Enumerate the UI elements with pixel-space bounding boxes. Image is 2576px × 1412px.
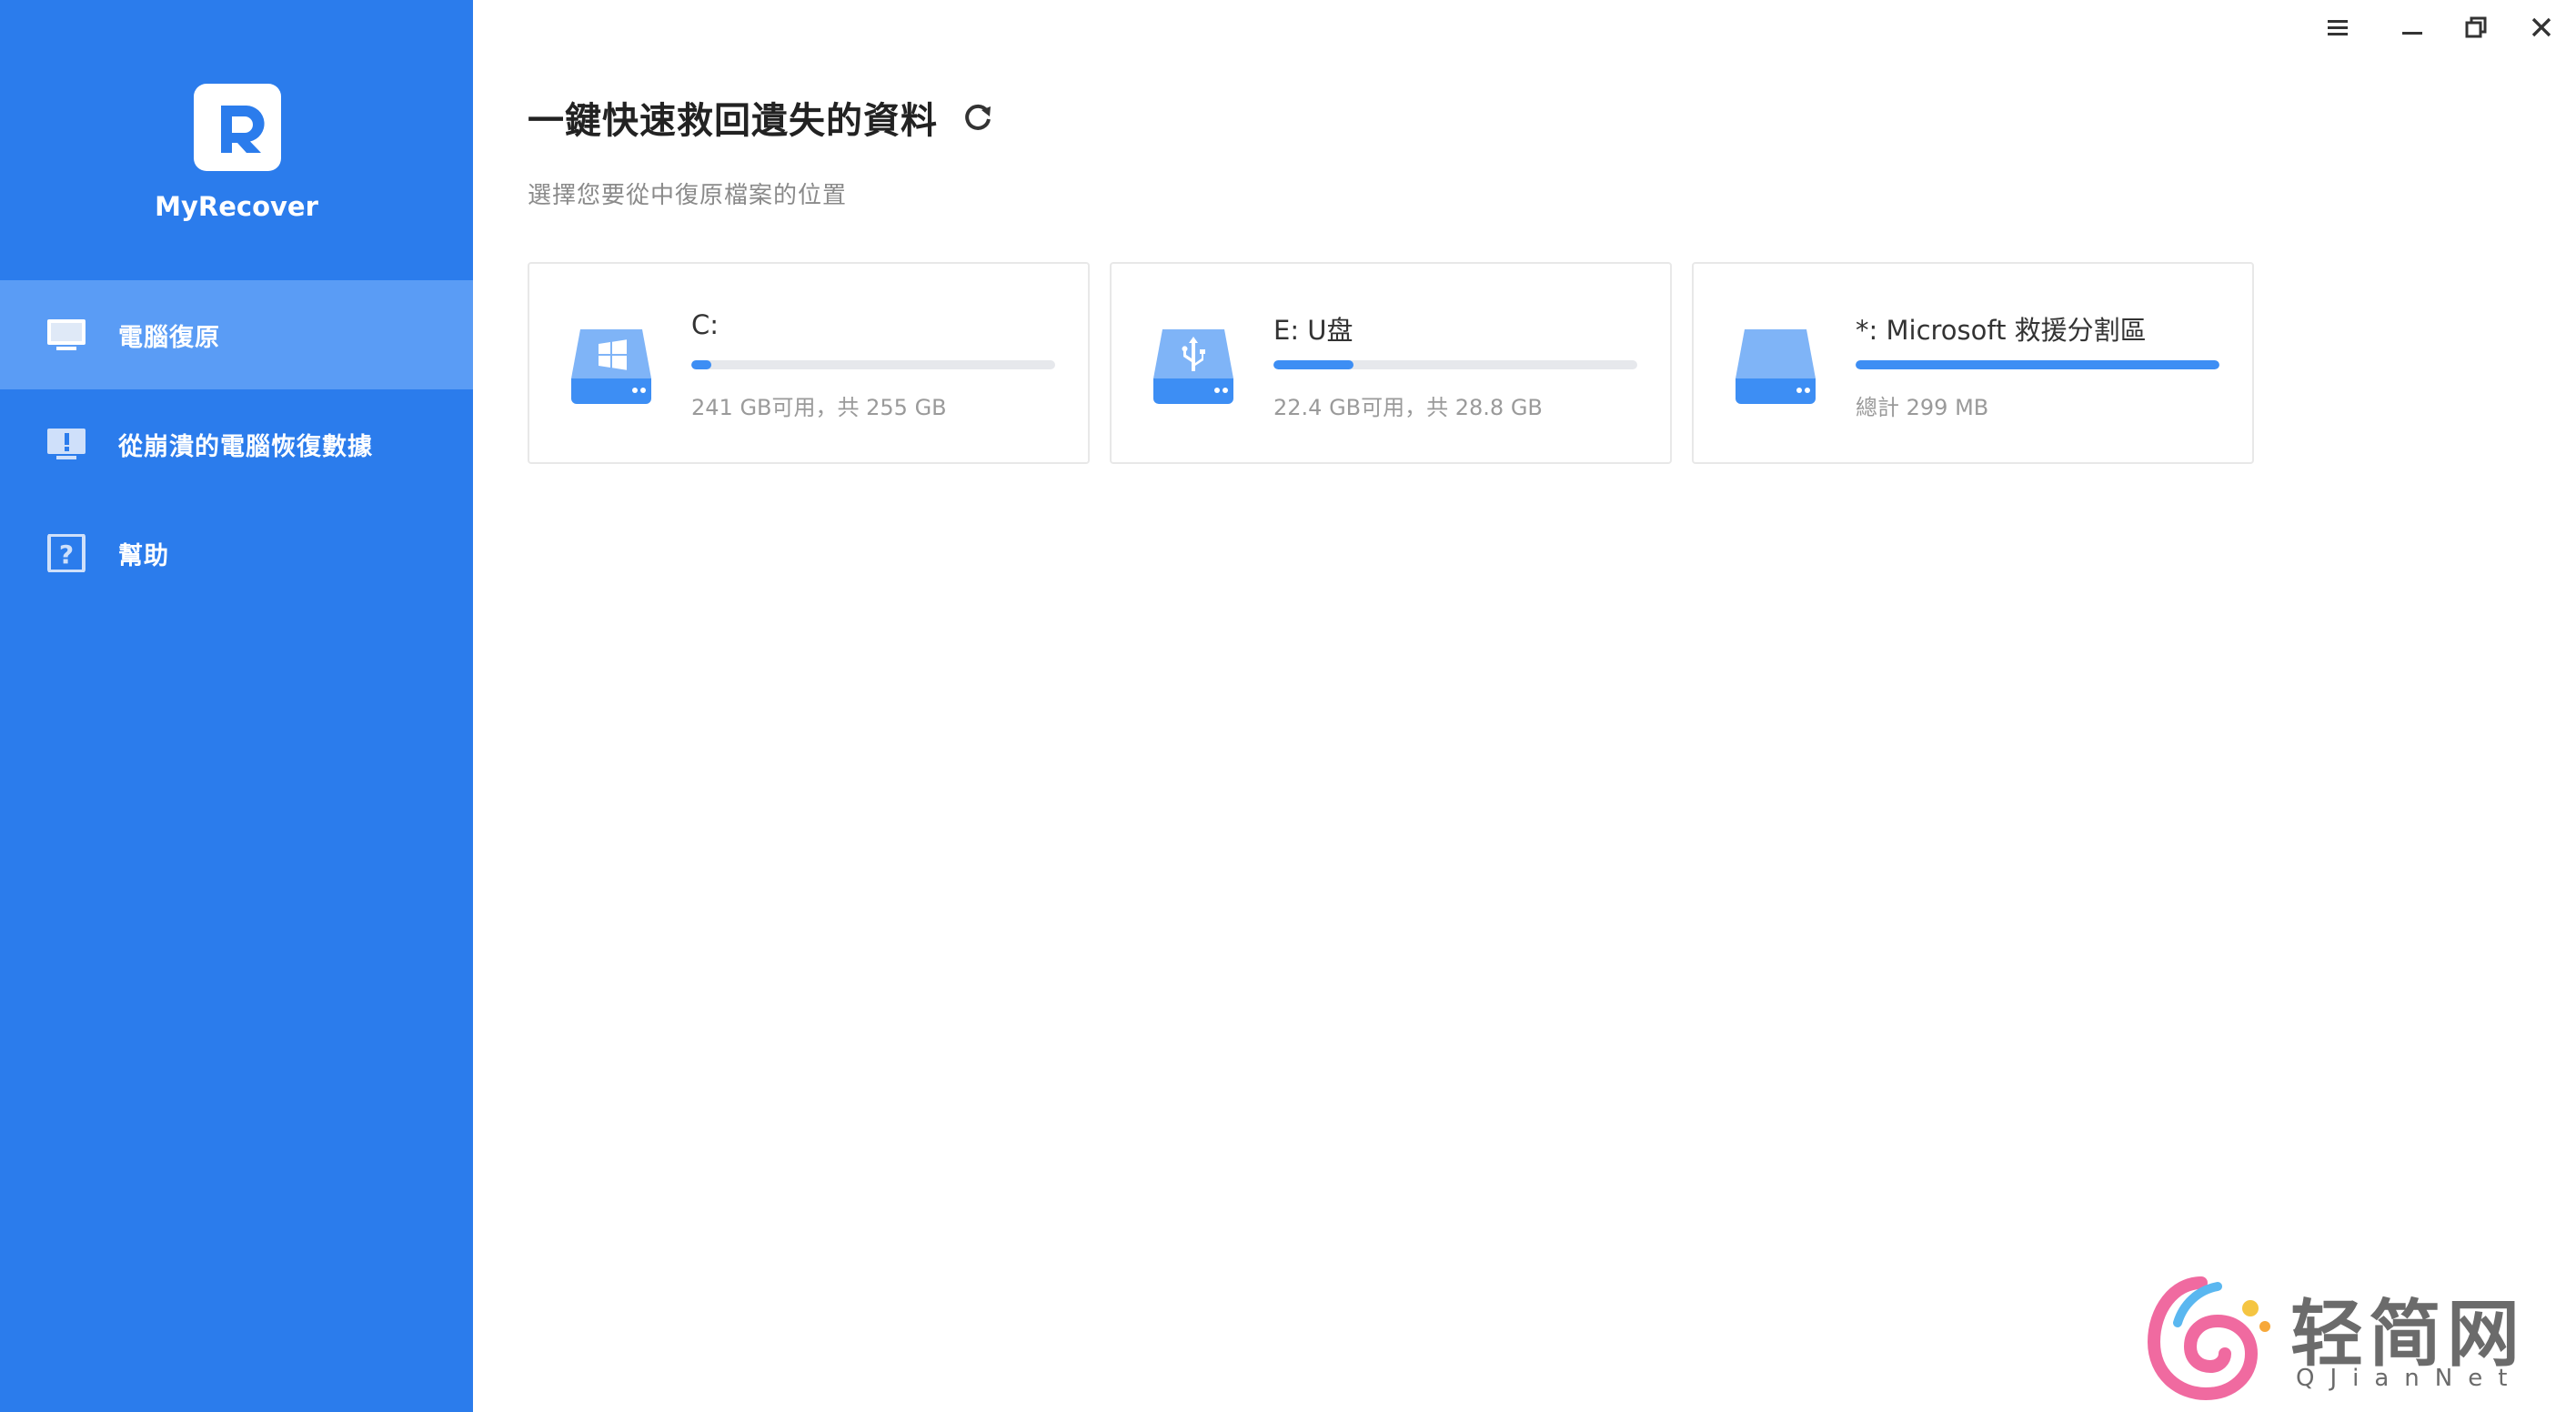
drive-usage-fill — [691, 360, 711, 369]
drive-name: E: U盘 — [1273, 315, 1353, 346]
app-logo-icon — [194, 84, 281, 171]
monitor-icon — [47, 319, 86, 350]
drive-usage-bar — [1273, 360, 1637, 369]
minimize-icon — [2402, 32, 2422, 35]
sidebar-item-crashed-pc[interactable]: 從崩潰的電腦恢復數據 — [0, 389, 473, 499]
close-button[interactable] — [2516, 9, 2567, 45]
drive-name: *: Microsoft 救援分割區 — [1856, 315, 2147, 346]
sidebar: MyRecover 電腦復原 從崩潰的電腦恢復數據 ? 幫助 — [0, 0, 473, 1412]
drive-capacity-info: 總計 299 MB — [1856, 395, 1989, 420]
title-row: 一鍵快速救回遺失的資料 — [528, 91, 996, 144]
drive-usage-fill — [1856, 360, 2219, 369]
drive-capacity-info: 241 GB可用，共 255 GB — [691, 395, 947, 420]
drive-usage-bar — [691, 360, 1055, 369]
monitor-alert-icon — [47, 429, 86, 459]
drive-capacity-info: 22.4 GB可用，共 28.8 GB — [1273, 395, 1543, 420]
page-subtitle: 選擇您要從中復原檔案的位置 — [528, 182, 848, 209]
windows-drive-icon — [571, 329, 651, 404]
partition-drive-icon — [1736, 329, 1816, 404]
drive-card-c[interactable]: C: 241 GB可用，共 255 GB — [528, 262, 1090, 464]
drive-usage-fill — [1273, 360, 1353, 369]
menu-button[interactable] — [2312, 9, 2363, 45]
restore-button[interactable] — [2450, 9, 2501, 45]
app-window: MyRecover 電腦復原 從崩潰的電腦恢復數據 ? 幫助 一鍵快速救回遺失的… — [0, 0, 2576, 1412]
page-title: 一鍵快速救回遺失的資料 — [528, 100, 938, 142]
sidebar-item-pc-recovery[interactable]: 電腦復原 — [0, 280, 473, 389]
refresh-icon[interactable] — [960, 99, 996, 136]
hamburger-icon — [2328, 20, 2348, 35]
minimize-button[interactable] — [2387, 9, 2438, 45]
restore-icon — [2465, 16, 2487, 38]
sidebar-item-label: 電腦復原 — [118, 323, 220, 352]
watermark-subtitle: QJianNet — [2296, 1365, 2523, 1392]
watermark-logo-icon — [2147, 1276, 2270, 1401]
close-icon — [2531, 17, 2551, 37]
usb-drive-icon — [1153, 329, 1233, 404]
drive-card-e[interactable]: E: U盘 22.4 GB可用，共 28.8 GB — [1110, 262, 1672, 464]
drive-name: C: — [691, 309, 719, 340]
help-icon: ? — [47, 534, 86, 572]
sidebar-item-label: 幫助 — [118, 541, 169, 570]
sidebar-item-help[interactable]: ? 幫助 — [0, 499, 473, 608]
brand-name: MyRecover — [155, 191, 318, 222]
watermark: 轻简网 QJianNet — [2138, 1274, 2538, 1401]
sidebar-item-label: 從崩潰的電腦恢復數據 — [118, 432, 373, 461]
svg-text:?: ? — [59, 540, 74, 570]
drive-card-recovery-partition[interactable]: *: Microsoft 救援分割區 總計 299 MB — [1692, 262, 2254, 464]
drive-usage-bar — [1856, 360, 2219, 369]
